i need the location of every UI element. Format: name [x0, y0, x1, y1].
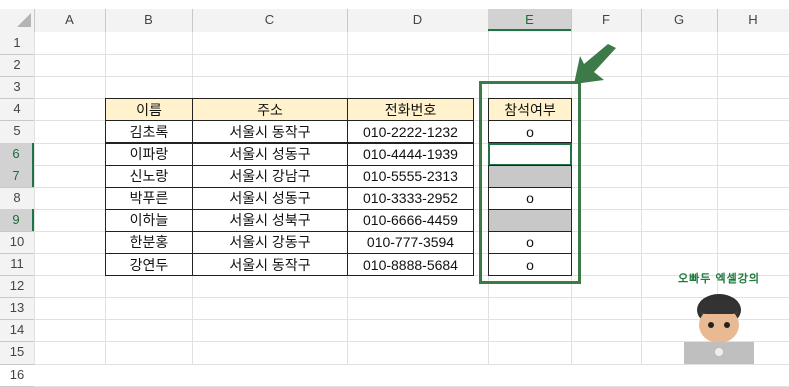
mascot-logo: 오빠두 엑셀강의 — [676, 270, 762, 364]
attendance-highlight-box — [479, 81, 581, 284]
table-cell[interactable]: 010-6666-4459 — [347, 208, 474, 232]
row-header-10[interactable]: 10 — [0, 231, 34, 253]
gridline — [641, 32, 642, 364]
table-cell[interactable]: 신노랑 — [105, 164, 193, 188]
table-cell[interactable]: 서울시 동작구 — [192, 120, 348, 144]
row-header-5[interactable]: 5 — [0, 120, 34, 142]
table-cell[interactable]: 이하늘 — [105, 208, 193, 232]
column-header-f[interactable]: F — [571, 9, 641, 31]
row-header-15[interactable]: 15 — [0, 341, 34, 363]
table-cell[interactable]: 서울시 강남구 — [192, 164, 348, 188]
table-cell[interactable]: 010-2222-1232 — [347, 120, 474, 144]
table-cell[interactable]: 010-5555-2313 — [347, 164, 474, 188]
row-header-13[interactable]: 13 — [0, 297, 34, 319]
table-cell[interactable]: 강연두 — [105, 253, 193, 277]
row-header-11[interactable]: 11 — [0, 253, 34, 275]
row-header-7[interactable]: 7 — [0, 164, 34, 187]
arrow-icon — [574, 44, 616, 84]
table-cell[interactable]: 010-4444-1939 — [347, 142, 474, 166]
table-cell[interactable]: 서울시 동작구 — [192, 253, 348, 277]
row-header-16[interactable]: 16 — [0, 364, 34, 386]
table-cell[interactable]: 010-8888-5684 — [347, 253, 474, 277]
table-header-cell[interactable]: 주소 — [192, 98, 348, 122]
mascot-text: 오빠두 엑셀강의 — [678, 273, 760, 285]
gridline — [34, 32, 35, 364]
table-header-cell[interactable]: 전화번호 — [347, 98, 474, 122]
spreadsheet-grid[interactable]: A B C D E F G H 1 2 3 4 5 6 7 8 9 10 11 12 13 14 15 16 이름 주소 전화번호 김… — [0, 0, 789, 387]
row-header-2[interactable]: 2 — [0, 54, 34, 76]
column-header-b[interactable]: B — [105, 9, 192, 31]
column-header-d[interactable]: D — [347, 9, 488, 31]
gridline — [34, 385, 789, 387]
row-header-9[interactable]: 9 — [0, 208, 34, 231]
row-header-1[interactable]: 1 — [0, 32, 34, 54]
table-cell[interactable]: 서울시 성북구 — [192, 208, 348, 232]
row-header-14[interactable]: 14 — [0, 319, 34, 341]
row-header-3[interactable]: 3 — [0, 76, 34, 98]
table-cell[interactable]: 이파랑 — [105, 142, 193, 166]
table-cell[interactable]: 서울시 성동구 — [192, 142, 348, 166]
table-cell[interactable]: 김초록 — [105, 120, 193, 144]
row-header-6[interactable]: 6 — [0, 142, 34, 165]
table-cell[interactable]: 박푸른 — [105, 186, 193, 210]
row-header-4[interactable]: 4 — [0, 98, 34, 120]
column-header-c[interactable]: C — [192, 9, 347, 31]
table-cell[interactable]: 서울시 성동구 — [192, 186, 348, 210]
select-all-icon[interactable] — [17, 13, 31, 27]
row-header-8[interactable]: 8 — [0, 187, 34, 209]
table-cell[interactable]: 010-3333-2952 — [347, 186, 474, 210]
table-cell[interactable]: 한분홍 — [105, 230, 193, 254]
column-header-a[interactable]: A — [34, 9, 105, 31]
table-cell[interactable]: 서울시 강동구 — [192, 230, 348, 254]
gridline — [34, 54, 789, 56]
row-header-12[interactable]: 12 — [0, 275, 34, 297]
column-header-e[interactable]: E — [488, 9, 571, 31]
table-cell[interactable]: 010-777-3594 — [347, 230, 474, 254]
gridline — [34, 76, 789, 78]
column-header-h[interactable]: H — [717, 9, 789, 31]
table-header-cell[interactable]: 이름 — [105, 98, 193, 122]
column-header-g[interactable]: G — [641, 9, 717, 31]
header-divider — [0, 385, 34, 387]
